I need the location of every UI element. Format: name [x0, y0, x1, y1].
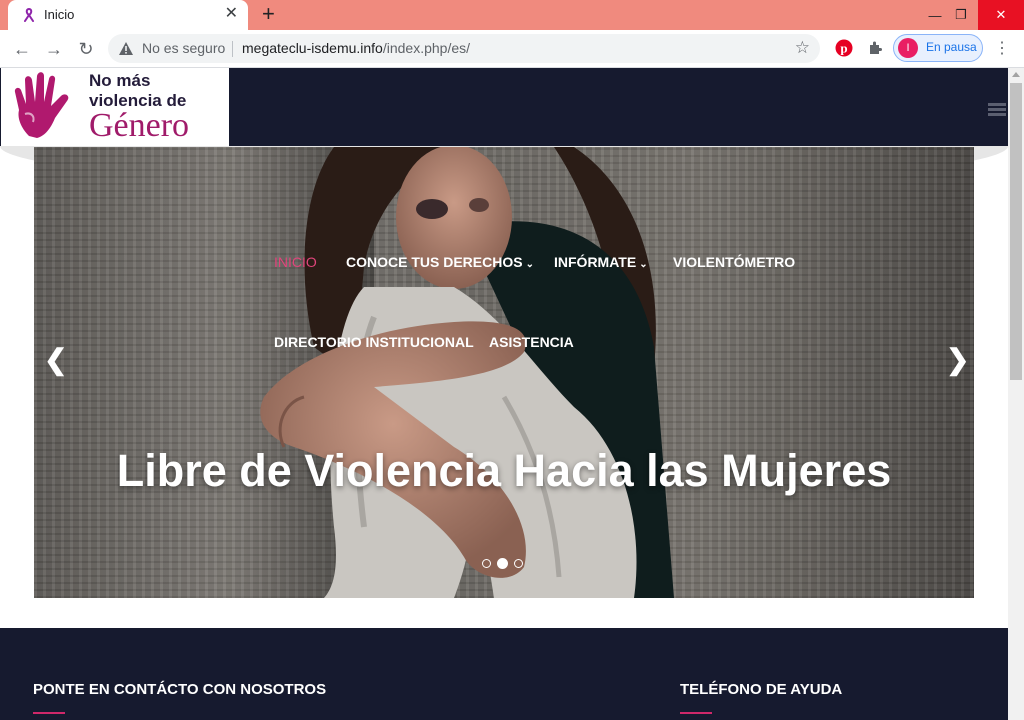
back-icon[interactable]: ←: [9, 36, 35, 62]
hand-icon: [14, 72, 69, 138]
url-host: megateclu-isdemu.info: [242, 40, 383, 56]
close-tab-icon[interactable]: ✕: [225, 5, 238, 23]
chevron-left-icon[interactable]: ❮: [44, 343, 67, 376]
footer-accent-line: [680, 712, 712, 714]
site-header: No más violencia de Género: [0, 68, 1008, 146]
logo-line-3: Género: [89, 107, 190, 144]
chevron-down-icon: ⌄: [525, 259, 534, 270]
hamburger-menu-icon[interactable]: [988, 103, 1006, 117]
nav-informate[interactable]: INFÓRMATE ⌄: [554, 254, 648, 270]
extensions-puzzle-icon[interactable]: [865, 38, 885, 58]
hero-slider: INICIO CONOCE TUS DERECHOS ⌄ INFÓRMATE ⌄ V…: [34, 147, 974, 598]
reload-icon[interactable]: ↻: [73, 36, 99, 62]
main-nav: INICIO CONOCE TUS DERECHOS ⌄ INFÓRMATE ⌄ V…: [34, 147, 974, 350]
url-path: /index.php/es/: [382, 40, 471, 56]
warning-icon: [119, 42, 133, 55]
chevron-right-icon[interactable]: ❯: [946, 343, 969, 376]
logo-line-1: No más: [89, 71, 151, 90]
page-scrollbar[interactable]: [1008, 68, 1024, 720]
footer-accent-line: [33, 712, 65, 714]
browser-tab[interactable]: Inicio ✕: [8, 0, 248, 30]
slider-dot-3[interactable]: [514, 559, 523, 568]
slider-dot-2[interactable]: [497, 558, 508, 569]
forward-icon[interactable]: →: [41, 36, 67, 62]
nav-inicio[interactable]: INICIO: [274, 254, 317, 270]
slide-title: Libre de Violencia Hacia las Mujeres: [116, 445, 892, 496]
profile-button[interactable]: I En pausa: [893, 34, 983, 62]
footer-contact-title: PONTE EN CONTÁCTO CON NOSOTROS: [33, 681, 327, 698]
browser-toolbar: ← → ↻ No es seguro megateclu-isdemu.info…: [0, 30, 1024, 68]
url-text[interactable]: megateclu-isdemu.info/index.php/es/: [242, 40, 470, 56]
slider-dots: [482, 558, 532, 571]
window-close-icon[interactable]: ✕: [978, 0, 1024, 30]
nav-informate-label: INFÓRMATE: [554, 254, 637, 270]
site-logo[interactable]: No más violencia de Género: [1, 68, 229, 146]
bookmark-star-icon[interactable]: ☆: [795, 38, 810, 58]
chevron-down-icon: ⌄: [639, 259, 648, 270]
nav-asistencia[interactable]: ASISTENCIA: [489, 334, 574, 350]
scroll-up-arrow-icon[interactable]: [1012, 72, 1020, 77]
address-bar[interactable]: No es seguro megateclu-isdemu.info/index…: [108, 34, 820, 63]
scrollbar-thumb[interactable]: [1010, 83, 1022, 380]
tab-title: Inicio: [44, 7, 75, 22]
profile-status: En pausa: [926, 40, 977, 54]
page-viewport: No más violencia de Género INICIO CONOCE…: [0, 68, 1008, 720]
site-footer: PONTE EN CONTÁCTO CON NOSOTROS TELÉFONO …: [0, 628, 1008, 720]
svg-text:p: p: [840, 41, 847, 56]
nav-violentometro[interactable]: VIOLENTÓMETRO: [673, 254, 795, 270]
omnibox-divider: [232, 41, 233, 57]
nav-directorio-institucional[interactable]: DIRECTORIO INSTITUCIONAL: [274, 334, 474, 350]
restore-icon[interactable]: ❐: [944, 0, 978, 30]
nav-conoce-label: CONOCE TUS DERECHOS: [346, 254, 523, 270]
pinterest-icon[interactable]: p: [834, 38, 854, 58]
avatar: I: [898, 38, 918, 58]
slider-dot-1[interactable]: [482, 559, 491, 568]
browser-titlebar: Inicio ✕ + — ❐ ✕: [0, 0, 1024, 30]
footer-phone-title: TELÉFONO DE AYUDA: [680, 681, 843, 698]
new-tab-button[interactable]: +: [262, 2, 275, 26]
security-label[interactable]: No es seguro: [142, 40, 225, 56]
ribbon-icon: [24, 8, 34, 22]
browser-menu-icon[interactable]: ⋮: [994, 38, 1010, 58]
nav-conoce-tus-derechos[interactable]: CONOCE TUS DERECHOS ⌄: [346, 254, 534, 270]
